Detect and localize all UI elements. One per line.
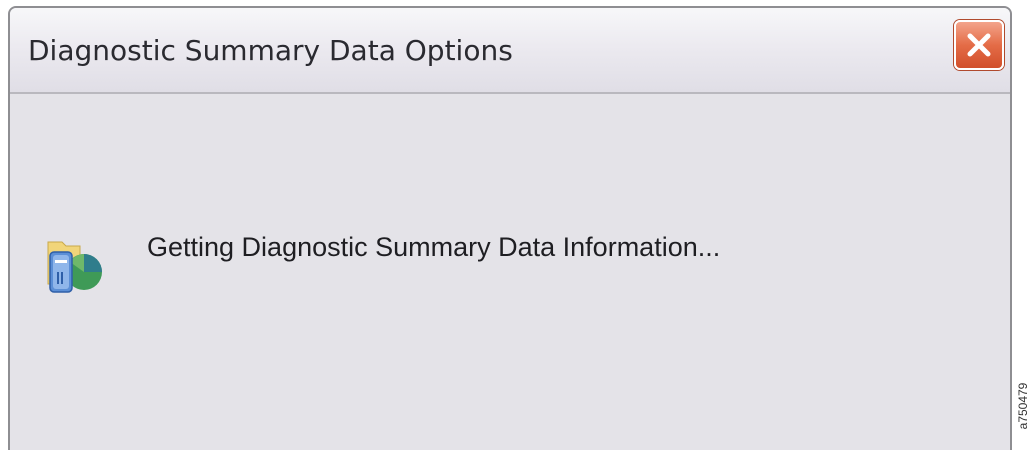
diagnostic-summary-dialog: Diagnostic Summary Data Options Getting … bbox=[8, 6, 1012, 450]
status-message: Getting Diagnostic Summary Data Informat… bbox=[147, 232, 721, 262]
dialog-content: Getting Diagnostic Summary Data Informat… bbox=[10, 94, 1010, 450]
figure-id-label: a750479 bbox=[1016, 382, 1030, 430]
data-folder-icon bbox=[47, 241, 102, 293]
close-button[interactable] bbox=[954, 20, 1004, 70]
close-icon bbox=[967, 33, 991, 57]
figure-id: a750479 bbox=[1014, 366, 1032, 446]
title-bar[interactable]: Diagnostic Summary Data Options bbox=[10, 8, 1010, 94]
window-title: Diagnostic Summary Data Options bbox=[28, 34, 513, 67]
